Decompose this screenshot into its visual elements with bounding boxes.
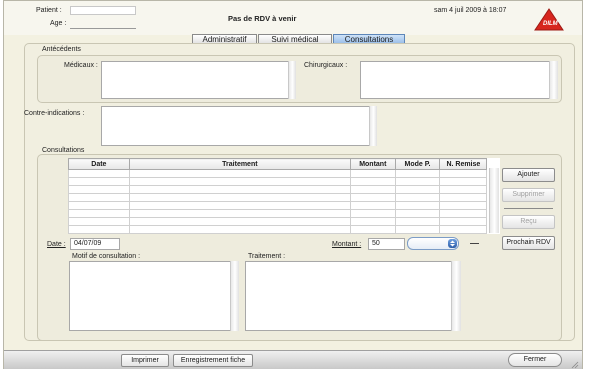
column-header-mode-p[interactable]: Mode P. — [394, 158, 441, 170]
next-appointment-button[interactable]: Prochain RDV — [502, 236, 555, 250]
age-label: Age : — [50, 20, 67, 27]
antecedents-section-label: Antécédents — [42, 46, 81, 53]
table-row[interactable] — [68, 185, 500, 194]
column-header-n-remise[interactable]: N. Remise — [439, 158, 488, 170]
patient-field[interactable] — [70, 6, 136, 15]
receipt-button[interactable]: Reçu — [502, 215, 555, 229]
table-row[interactable] — [68, 177, 500, 186]
medicaux-scrollbar[interactable] — [288, 61, 296, 99]
consultations-section-label: Consultations — [42, 147, 85, 154]
contre-indications-scrollbar[interactable] — [369, 106, 377, 146]
table-row[interactable] — [68, 201, 500, 210]
date-label: Date : — [47, 241, 66, 248]
chirurgicaux-label: Chirurgicaux : — [304, 62, 348, 69]
chirurgicaux-textarea[interactable] — [360, 61, 553, 99]
resize-grip-icon[interactable] — [570, 360, 579, 369]
medicaux-textarea[interactable] — [101, 61, 291, 99]
dilm-logo: DILM — [534, 8, 564, 32]
montant-input[interactable]: 50 — [368, 238, 405, 250]
traitement-label: Traitement : — [248, 253, 286, 260]
button-divider — [504, 208, 553, 209]
column-header-date[interactable]: Date — [68, 158, 130, 170]
appointment-status: Pas de RDV à venir — [228, 14, 297, 23]
traitement-textarea[interactable] — [245, 261, 461, 331]
contre-indications-label: Contre-indications : — [24, 110, 85, 117]
column-header-montant[interactable]: Montant — [349, 158, 396, 170]
age-field[interactable] — [70, 27, 136, 29]
chirurgicaux-scrollbar[interactable] — [549, 61, 558, 99]
table-header-row: Date Traitement Montant Mode P. N. Remis… — [68, 158, 500, 170]
add-consultation-button[interactable]: Ajouter — [502, 168, 555, 182]
motif-label: Motif de consultation : — [72, 253, 141, 260]
delete-consultation-button[interactable]: Supprimer — [502, 188, 555, 202]
payment-mode-select[interactable] — [407, 237, 459, 250]
table-row[interactable] — [68, 209, 500, 218]
column-header-traitement[interactable]: Traitement — [128, 158, 351, 170]
footer-bar — [4, 350, 582, 369]
traitement-scrollbar[interactable] — [451, 261, 461, 331]
medicaux-label: Médicaux : — [64, 62, 98, 69]
table-row[interactable] — [68, 193, 500, 202]
consultations-table[interactable]: Date Traitement Montant Mode P. N. Remis… — [68, 158, 500, 234]
table-row[interactable] — [68, 169, 500, 178]
select-arrows-icon — [448, 239, 457, 248]
table-row[interactable] — [68, 225, 500, 234]
print-button[interactable]: Imprimer — [121, 354, 169, 367]
save-record-button[interactable]: Enregistrement fiche — [173, 354, 253, 367]
motif-textarea[interactable] — [69, 261, 239, 331]
contre-indications-textarea[interactable] — [101, 106, 376, 146]
patient-label: Patient : — [36, 7, 62, 14]
datetime-display: sam 4 juil 2009 à 18:07 — [434, 7, 507, 14]
date-input[interactable]: 04/07/09 — [70, 238, 120, 250]
close-button[interactable]: Fermer — [508, 353, 562, 367]
motif-scrollbar[interactable] — [230, 261, 239, 331]
logo-text: DILM — [543, 21, 558, 27]
consultations-table-scrollbar[interactable] — [489, 168, 499, 233]
montant-label: Montant : — [332, 241, 362, 248]
minus-icon — [470, 243, 479, 244]
table-row[interactable] — [68, 217, 500, 226]
